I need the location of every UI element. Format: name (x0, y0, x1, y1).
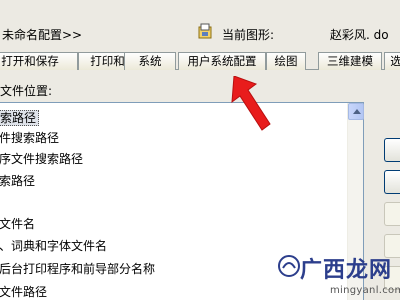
browse-button[interactable] (384, 138, 400, 162)
tab-user-preferences[interactable]: 用户系统配置 (178, 52, 266, 70)
tree-item[interactable]: 文件路径 (0, 283, 47, 300)
watermark-logo-icon (278, 255, 300, 277)
tree-item[interactable]: 后台打印程序和前导部分名称 (0, 260, 155, 279)
watermark-text: 广西龙网 (300, 258, 393, 283)
section-label-file-locations: 文件位置: (0, 84, 53, 98)
remove-button[interactable] (384, 202, 400, 226)
scroll-up-arrow-icon[interactable] (348, 103, 364, 120)
current-profile-label: 未命名配置>> (2, 28, 83, 42)
tree-item[interactable]: 文件名 (0, 215, 35, 234)
watermark-url: mingyanl.com (330, 285, 400, 296)
options-header: 未命名配置>> 当前图形: 赵彩风. do (0, 0, 400, 48)
tab-system[interactable]: 系统 (124, 52, 176, 70)
tab-3d-modeling[interactable]: 三维建模 (318, 52, 382, 70)
tab-drafting[interactable]: 绘图 (266, 52, 306, 70)
current-drawing-label: 当前图形: (222, 28, 275, 42)
tree-item[interactable]: 索路径 (0, 172, 35, 191)
add-button[interactable] (384, 170, 400, 194)
tab-selection[interactable]: 选 (384, 52, 400, 70)
options-tab-strip: 打开和保存 打印和发布 系统 用户系统配置 绘图 三维建模 选 (0, 48, 400, 70)
tree-item[interactable]: 索路径 (0, 109, 40, 128)
red-arrow-annotation (231, 76, 271, 131)
drawing-file-icon (198, 23, 212, 39)
tree-item[interactable]: 件搜索路径 (0, 129, 59, 148)
tab-open-and-save[interactable]: 打开和保存 (0, 52, 78, 70)
tree-item[interactable]: 序文件搜索路径 (0, 150, 83, 169)
current-drawing-name: 赵彩风. do (330, 28, 389, 42)
tree-item[interactable]: 、词典和字体文件名 (0, 237, 107, 256)
